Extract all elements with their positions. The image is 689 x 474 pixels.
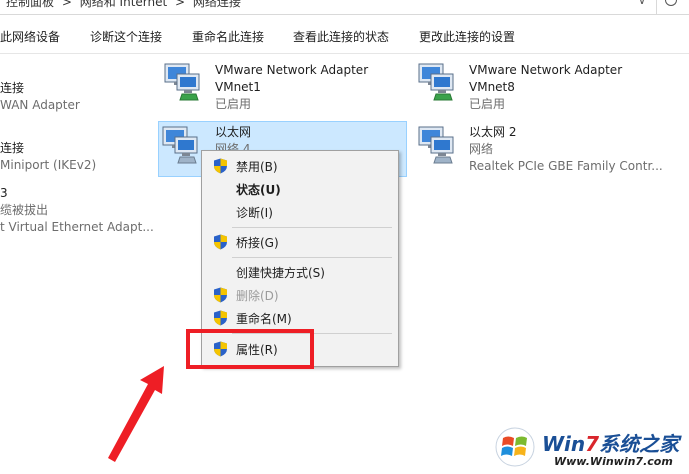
menu-item-label: 禁用(B) xyxy=(236,160,278,174)
connection-status: 已启用 xyxy=(215,97,252,111)
change-settings-command[interactable]: 更改此连接的设置 xyxy=(419,28,515,45)
refresh-button[interactable] xyxy=(656,0,689,14)
menu-item-label: 状态(U) xyxy=(236,183,281,197)
menu-separator xyxy=(232,257,392,258)
diagnose-command[interactable]: 诊断这个连接 xyxy=(90,28,162,45)
connection-name: VMware Network Adapter xyxy=(215,63,369,77)
connection-name-line2: VMnet8 xyxy=(469,80,515,94)
rename-command[interactable]: 重命名此连接 xyxy=(192,28,264,45)
uac-shield-icon xyxy=(214,287,227,303)
connection-device: Realtek PCIe GBE Family Contr... xyxy=(469,159,663,173)
watermark-logo: Win7系统之家 Www.Winwin7.com xyxy=(490,420,689,474)
breadcrumb-separator: > xyxy=(61,0,72,9)
command-bar: 此网络设备 诊断这个连接 重命名此连接 查看此连接的状态 更改此连接的设置 xyxy=(0,15,689,54)
view-status-command[interactable]: 查看此连接的状态 xyxy=(293,28,389,45)
breadcrumb-item[interactable]: 控制面板 xyxy=(6,0,54,9)
menu-item-label: 删除(D) xyxy=(236,289,279,303)
connection-status: 网络 xyxy=(469,142,494,156)
breadcrumb-item[interactable]: 网络和 Internet xyxy=(80,0,167,9)
menu-item-delete[interactable]: 删除(D) xyxy=(202,284,398,306)
annotation-arrow-icon xyxy=(108,366,164,462)
menu-item-create-shortcut[interactable]: 创建快捷方式(S) xyxy=(202,261,398,283)
breadcrumb-item[interactable]: 网络连接 xyxy=(193,0,241,9)
menu-item-disable[interactable]: 禁用(B) xyxy=(202,155,398,177)
connection-name: 3 xyxy=(0,186,8,200)
uac-shield-icon xyxy=(214,158,227,174)
watermark-brand-a: Win xyxy=(542,432,586,456)
connection-status: 缆被拔出 xyxy=(0,203,49,217)
menu-item-label: 重命名(M) xyxy=(236,312,292,326)
menu-item-diagnose[interactable]: 诊断(I) xyxy=(202,201,398,223)
menu-item-rename[interactable]: 重命名(M) xyxy=(202,307,398,329)
menu-item-label: 桥接(G) xyxy=(236,236,279,250)
highlight-box xyxy=(186,329,314,369)
menu-item-label: 创建快捷方式(S) xyxy=(236,266,325,280)
watermark-url: Www.Winwin7.com xyxy=(554,455,673,468)
menu-item-status[interactable]: 状态(U) xyxy=(202,178,398,200)
connection-name: 连接 xyxy=(0,81,25,95)
windows-flag-icon xyxy=(495,427,535,467)
connection-name: 连接 xyxy=(0,141,25,155)
connection-name: 以太网 2 xyxy=(469,125,517,139)
network-adapter-icon xyxy=(418,63,454,101)
uac-shield-icon xyxy=(214,310,227,326)
uac-shield-icon xyxy=(214,234,227,250)
watermark-brand: Win7系统之家 xyxy=(542,428,679,457)
menu-separator xyxy=(232,227,392,228)
network-adapter-icon xyxy=(418,126,454,164)
menu-item-bridge[interactable]: 桥接(G) xyxy=(202,231,398,253)
breadcrumb[interactable]: 控制面板 > 网络和 Internet > 网络连接 xyxy=(6,0,245,10)
connection-status: 已启用 xyxy=(469,97,506,111)
connection-device: t Virtual Ethernet Adapt... xyxy=(0,220,154,234)
watermark-brand-b: 系统之家 xyxy=(599,432,680,456)
network-adapter-icon xyxy=(162,126,198,164)
network-adapter-icon xyxy=(164,63,200,101)
breadcrumb-separator: > xyxy=(175,0,186,9)
chevron-down-icon[interactable]: ∨ xyxy=(638,0,646,7)
menu-item-label: 诊断(I) xyxy=(236,206,273,220)
connection-name: VMware Network Adapter xyxy=(469,63,623,77)
watermark-brand-7: 7 xyxy=(585,432,600,456)
address-bar[interactable]: 控制面板 > 网络和 Internet > 网络连接 ∨ xyxy=(0,0,689,15)
connection-name: 以太网 xyxy=(215,125,252,139)
disable-device-command[interactable]: 此网络设备 xyxy=(0,28,60,45)
connection-name-line2: VMnet1 xyxy=(215,80,261,94)
connection-device: WAN Adapter xyxy=(0,98,80,112)
connection-device: Miniport (IKEv2) xyxy=(0,158,97,172)
refresh-icon xyxy=(665,0,677,6)
